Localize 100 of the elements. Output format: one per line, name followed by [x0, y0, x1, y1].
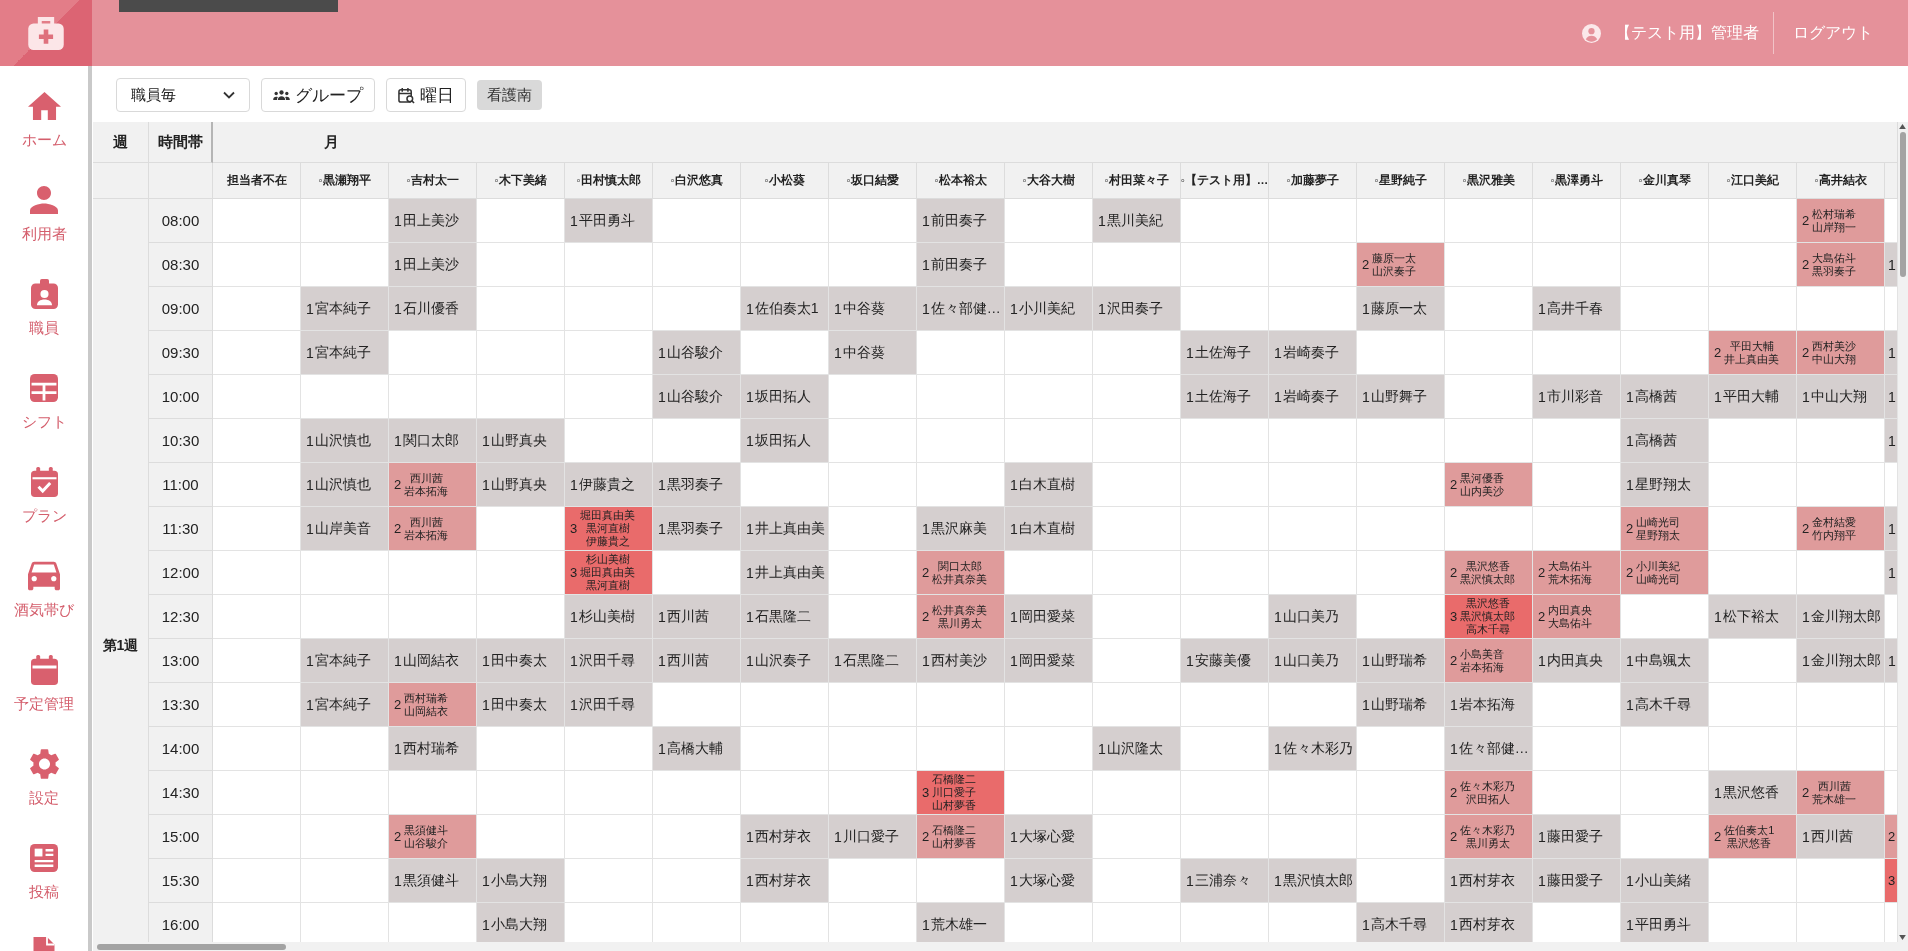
assignment-count: 1	[658, 520, 666, 537]
assignment-count: 1	[1010, 652, 1018, 669]
staff-name: 山岡結衣	[404, 704, 449, 718]
staff-name: 岩本拓海	[404, 528, 449, 542]
staff-name: 西川茜	[409, 515, 443, 529]
horizontal-scrollbar[interactable]	[93, 942, 1908, 951]
staff-name: 関口太郎	[402, 431, 459, 450]
scrollbar-thumb[interactable]	[1900, 132, 1906, 277]
nav-link[interactable]: 職員	[0, 264, 88, 358]
time-cell: 11:30	[149, 507, 213, 551]
assignment-count: 1	[1888, 256, 1896, 273]
assignment-count: 2	[1538, 565, 1546, 580]
staff-name: 小川美紀	[1636, 559, 1681, 573]
staff-column-header: ◦黒沢雅美	[1445, 163, 1533, 199]
assignment-count: 2	[1538, 609, 1546, 624]
staff-name: 石黒隆二	[754, 607, 811, 626]
nav-link[interactable]: 酒気帯び	[0, 546, 88, 640]
assignment-count: 1	[1274, 872, 1282, 889]
assignment-count: 1	[1626, 432, 1634, 449]
staff-name: 松井真奈美	[932, 572, 988, 586]
header-cell	[149, 163, 213, 199]
staff-name: 大島佑斗	[1548, 559, 1593, 573]
nav-link[interactable]: ホーム	[0, 76, 88, 170]
scroll-up-icon[interactable]	[1899, 124, 1906, 129]
staff-name: 岡田愛菜	[1018, 607, 1075, 626]
staff-name: 宮本純子	[314, 299, 371, 318]
assignment-count: 3	[1450, 609, 1458, 624]
staff-name: 西川茜	[666, 651, 709, 670]
user-name: 【テスト用】管理者	[1615, 22, 1759, 43]
nav-link[interactable]: シフト	[0, 358, 88, 452]
assignment-count: 1	[394, 652, 402, 669]
assignment-count: 1	[306, 652, 314, 669]
assignment-count: 1	[1538, 828, 1546, 845]
staff-name: 高木千尋	[1370, 915, 1427, 934]
time-cell: 14:00	[149, 727, 213, 771]
staff-name: 山沢慎也	[314, 431, 371, 450]
scrollbar-thumb[interactable]	[97, 944, 286, 950]
assignment-count: 2	[394, 829, 402, 844]
nav-link[interactable]: 投稿	[0, 828, 88, 922]
group-button[interactable]: グループ	[261, 78, 375, 112]
nav-link[interactable]: プラン	[0, 452, 88, 546]
assignment-count: 1	[306, 300, 314, 317]
assignment-count: 1	[394, 432, 402, 449]
staff-name: 佐々部健…	[930, 299, 1001, 318]
staff-name: 黒河直樹	[585, 522, 630, 535]
staff-column-header: ◦星野純子	[1357, 163, 1445, 199]
assignment-count: 2	[1714, 829, 1722, 844]
staff-name: 伊藤貴之	[585, 535, 630, 548]
assignment-count: 1	[482, 652, 490, 669]
staff-name: 松村瑞希	[1812, 207, 1857, 221]
staff-name: 岩崎奏子	[1282, 343, 1339, 362]
scroll-down-icon[interactable]	[1899, 935, 1906, 940]
staff-name: 黒沢悠香	[1465, 559, 1510, 573]
assignment-count: 1	[1098, 300, 1106, 317]
assignment-count: 1	[306, 476, 314, 493]
staff-name: 田上美沙	[402, 255, 459, 274]
table-grid-icon	[30, 373, 58, 403]
header-cell	[93, 163, 149, 199]
assignment-count: 1	[746, 388, 754, 405]
staff-name: 西村芽衣	[754, 871, 811, 890]
assignment-count: 1	[1626, 652, 1634, 669]
ward-filter-tag[interactable]: 看護南	[477, 80, 542, 110]
nav-link[interactable]: 設定	[0, 734, 88, 828]
staff-name: 岡田愛菜	[1018, 651, 1075, 670]
assignment-count: 1	[1450, 872, 1458, 889]
assignment-count: 1	[1450, 740, 1458, 757]
sidebar-scrollbar[interactable]	[88, 66, 92, 951]
assignment-count: 1	[922, 652, 930, 669]
assignment-count: 1	[1186, 388, 1194, 405]
assignment-count: 2	[1802, 257, 1810, 272]
assignment-count: 1	[1010, 872, 1018, 889]
assignment-count: 2	[1626, 521, 1634, 536]
staff-name: 金村結愛	[1812, 515, 1857, 529]
staff-name: 西川茜	[1810, 827, 1853, 846]
staff-name: 高橋大輔	[666, 739, 723, 758]
assignment-count: 2	[922, 609, 930, 624]
nav-link[interactable]: 利用者	[0, 170, 88, 264]
staff-name: 佐々木彩乃	[1460, 779, 1516, 793]
assignment-count: 1	[1274, 652, 1282, 669]
staff-name: 白木直樹	[1018, 519, 1075, 538]
staff-name: 伊藤貴之	[578, 475, 635, 494]
assignment-count: 1	[1626, 872, 1634, 889]
staff-name: 高橋茜	[1634, 387, 1677, 406]
staff-column-header: ◦田村慎太郎	[565, 163, 653, 199]
staff-name: 宮本純子	[314, 343, 371, 362]
nav-link[interactable]: 予定管理	[0, 640, 88, 734]
assignment-count: 1	[1010, 608, 1018, 625]
view-select[interactable]: 職員毎	[116, 78, 250, 112]
logout-link[interactable]: ログアウト	[1793, 22, 1873, 44]
assignment-count: 1	[306, 696, 314, 713]
assignment-count: 1	[1802, 608, 1810, 625]
staff-name: 沢田千尋	[578, 651, 635, 670]
assignment-count: 1	[1802, 388, 1810, 405]
staff-name: 黒羽奏子	[1812, 264, 1857, 278]
staff-name: 田上美沙	[402, 211, 459, 230]
vertical-scrollbar[interactable]	[1898, 122, 1908, 942]
staff-name: 西川茜	[666, 607, 709, 626]
weekday-button[interactable]: 曜日	[386, 78, 466, 112]
staff-name: 大塚心愛	[1018, 871, 1075, 890]
staff-name: 黒羽奏子	[666, 475, 723, 494]
